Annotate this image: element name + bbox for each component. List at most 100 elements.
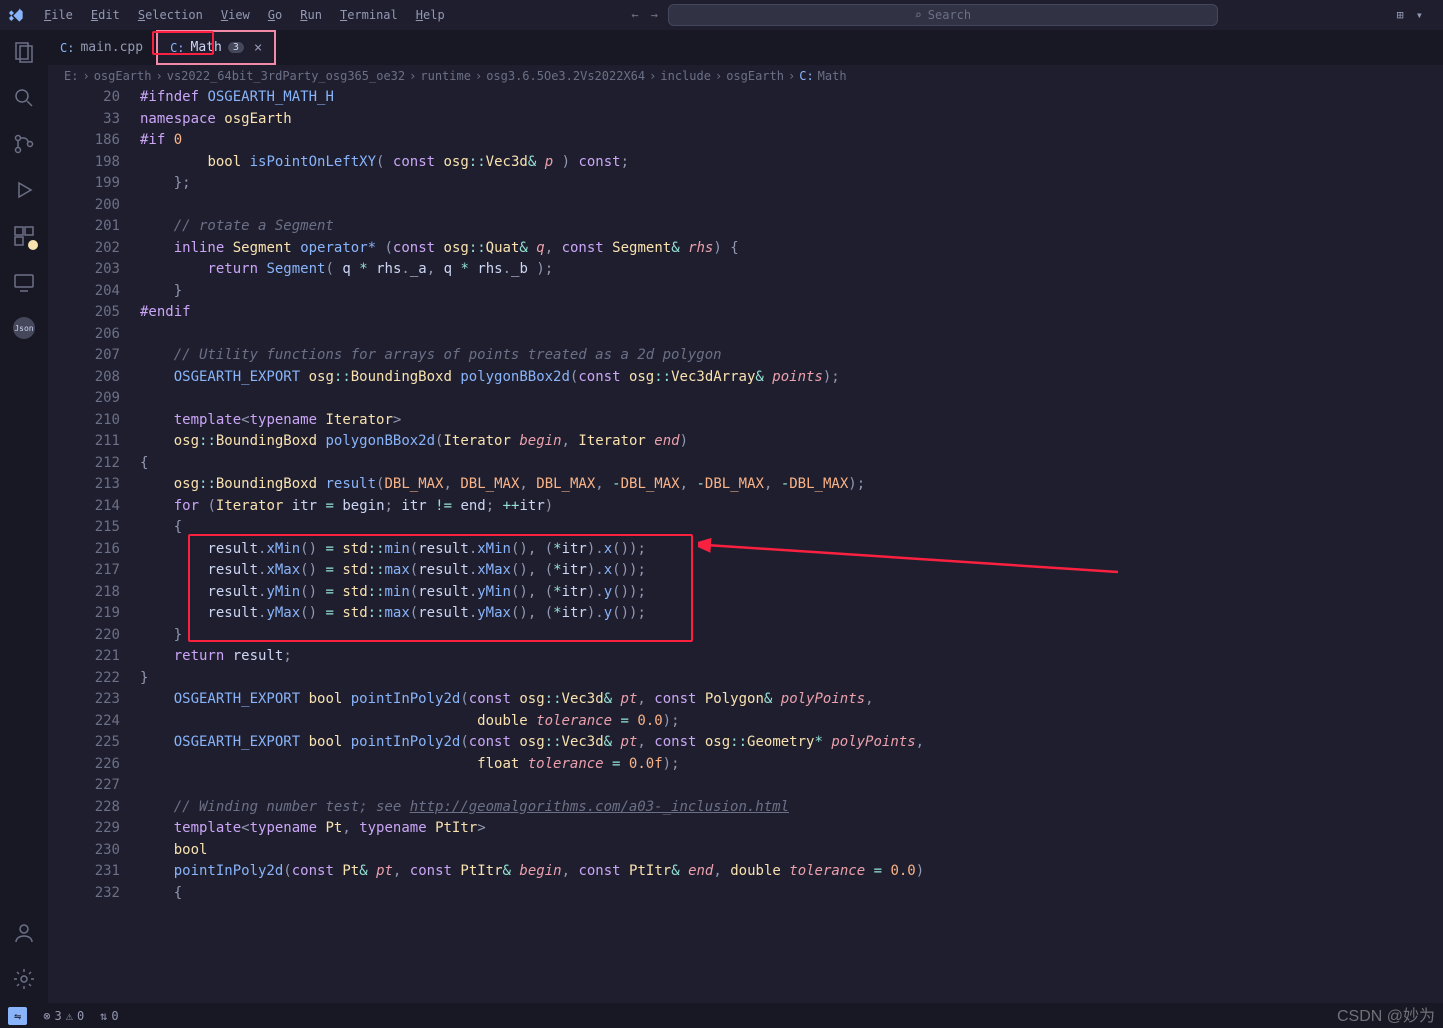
line-number: 226 xyxy=(48,754,140,776)
warning-icon: ⚠ xyxy=(66,1009,73,1023)
breadcrumb-segment[interactable]: osgEarth xyxy=(94,69,152,83)
breadcrumb-segment[interactable]: Math xyxy=(818,69,847,83)
source-control-icon[interactable] xyxy=(12,132,36,156)
search-input[interactable]: ⌕ Search xyxy=(668,4,1218,26)
breadcrumb[interactable]: E:›osgEarth›vs2022_64bit_3rdParty_osg365… xyxy=(48,65,1443,87)
breadcrumb-segment[interactable]: runtime xyxy=(420,69,471,83)
line-number: 213 xyxy=(48,474,140,496)
code-line[interactable]: 221 return result; xyxy=(48,646,1443,668)
code-line[interactable]: 198 bool isPointOnLeftXY( const osg::Vec… xyxy=(48,152,1443,174)
code-line[interactable]: 186#if 0 xyxy=(48,130,1443,152)
code-line[interactable]: 199 }; xyxy=(48,173,1443,195)
code-line[interactable]: 211 osg::BoundingBoxd polygonBBox2d(Iter… xyxy=(48,431,1443,453)
menu-view[interactable]: View xyxy=(213,4,258,26)
line-number: 220 xyxy=(48,625,140,647)
code-line[interactable]: 225 OSGEARTH_EXPORT bool pointInPoly2d(c… xyxy=(48,732,1443,754)
search-icon[interactable] xyxy=(12,86,36,110)
code-editor[interactable]: 20#ifndef OSGEARTH_MATH_H33namespace osg… xyxy=(48,87,1443,1003)
main-menu: FileEditSelectionViewGoRunTerminalHelp xyxy=(36,4,453,26)
tab-math[interactable]: C:Math3× xyxy=(156,30,276,65)
account-icon[interactable] xyxy=(12,921,36,945)
line-number: 219 xyxy=(48,603,140,625)
settings-icon[interactable] xyxy=(12,967,36,991)
code-line[interactable]: 227 xyxy=(48,775,1443,797)
line-number: 231 xyxy=(48,861,140,883)
code-line[interactable]: 217 result.xMax() = std::max(result.xMax… xyxy=(48,560,1443,582)
copilot-icon[interactable]: ⊞ xyxy=(1397,8,1404,22)
line-number: 222 xyxy=(48,668,140,690)
nav-forward-icon[interactable]: → xyxy=(651,8,658,22)
explorer-icon[interactable] xyxy=(12,40,36,64)
line-number: 200 xyxy=(48,195,140,217)
line-number: 198 xyxy=(48,152,140,174)
code-line[interactable]: 203 return Segment( q * rhs._a, q * rhs.… xyxy=(48,259,1443,281)
ports-status[interactable]: ⇅0 xyxy=(100,1009,118,1023)
cpp-file-icon: C: xyxy=(799,69,813,83)
code-line[interactable]: 205#endif xyxy=(48,302,1443,324)
problems-status[interactable]: ⊗3 ⚠0 xyxy=(43,1009,84,1023)
code-line[interactable]: 208 OSGEARTH_EXPORT osg::BoundingBoxd po… xyxy=(48,367,1443,389)
line-number: 208 xyxy=(48,367,140,389)
remote-icon[interactable] xyxy=(12,270,36,294)
tab-label: Math xyxy=(191,40,222,55)
line-number: 230 xyxy=(48,840,140,862)
code-line[interactable]: 216 result.xMin() = std::min(result.xMin… xyxy=(48,539,1443,561)
code-line[interactable]: 210 template<typename Iterator> xyxy=(48,410,1443,432)
chevron-down-icon[interactable]: ▾ xyxy=(1416,8,1423,22)
code-line[interactable]: 204 } xyxy=(48,281,1443,303)
code-line[interactable]: 220 } xyxy=(48,625,1443,647)
line-number: 215 xyxy=(48,517,140,539)
code-line[interactable]: 223 OSGEARTH_EXPORT bool pointInPoly2d(c… xyxy=(48,689,1443,711)
breadcrumb-segment[interactable]: vs2022_64bit_3rdParty_osg365_oe32 xyxy=(167,69,405,83)
code-line[interactable]: 229 template<typename Pt, typename PtItr… xyxy=(48,818,1443,840)
menu-go[interactable]: Go xyxy=(260,4,290,26)
code-line[interactable]: 33namespace osgEarth xyxy=(48,109,1443,131)
code-line[interactable]: 232 { xyxy=(48,883,1443,905)
line-number: 216 xyxy=(48,539,140,561)
line-number: 214 xyxy=(48,496,140,518)
code-line[interactable]: 218 result.yMin() = std::min(result.yMin… xyxy=(48,582,1443,604)
breadcrumb-segment[interactable]: include xyxy=(660,69,711,83)
breadcrumb-segment[interactable]: E: xyxy=(64,69,78,83)
line-number: 210 xyxy=(48,410,140,432)
code-line[interactable]: 206 xyxy=(48,324,1443,346)
line-number: 205 xyxy=(48,302,140,324)
code-line[interactable]: 214 for (Iterator itr = begin; itr != en… xyxy=(48,496,1443,518)
code-line[interactable]: 200 xyxy=(48,195,1443,217)
breadcrumb-segment[interactable]: osg3.6.5Oe3.2Vs2022X64 xyxy=(486,69,645,83)
extensions-icon[interactable] xyxy=(12,224,36,248)
search-icon: ⌕ xyxy=(915,8,922,22)
code-line[interactable]: 224 double tolerance = 0.0); xyxy=(48,711,1443,733)
line-number: 211 xyxy=(48,431,140,453)
json-icon[interactable]: Json xyxy=(12,316,36,340)
code-line[interactable]: 201 // rotate a Segment xyxy=(48,216,1443,238)
code-line[interactable]: 213 osg::BoundingBoxd result(DBL_MAX, DB… xyxy=(48,474,1443,496)
code-line[interactable]: 212{ xyxy=(48,453,1443,475)
menu-help[interactable]: Help xyxy=(408,4,453,26)
code-line[interactable]: 20#ifndef OSGEARTH_MATH_H xyxy=(48,87,1443,109)
nav-back-icon[interactable]: ← xyxy=(631,8,638,22)
remote-status[interactable]: ⇋ xyxy=(8,1007,27,1025)
code-line[interactable]: 226 float tolerance = 0.0f); xyxy=(48,754,1443,776)
menu-selection[interactable]: Selection xyxy=(130,4,211,26)
code-line[interactable]: 222} xyxy=(48,668,1443,690)
close-icon[interactable]: × xyxy=(254,40,262,56)
code-line[interactable]: 215 { xyxy=(48,517,1443,539)
menu-edit[interactable]: Edit xyxy=(83,4,128,26)
code-line[interactable]: 209 xyxy=(48,388,1443,410)
menu-file[interactable]: File xyxy=(36,4,81,26)
code-line[interactable]: 202 inline Segment operator* (const osg:… xyxy=(48,238,1443,260)
code-line[interactable]: 231 pointInPoly2d(const Pt& pt, const Pt… xyxy=(48,861,1443,883)
code-line[interactable]: 228 // Winding number test; see http://g… xyxy=(48,797,1443,819)
run-debug-icon[interactable] xyxy=(12,178,36,202)
line-number: 212 xyxy=(48,453,140,475)
code-line[interactable]: 219 result.yMax() = std::max(result.yMax… xyxy=(48,603,1443,625)
menu-run[interactable]: Run xyxy=(292,4,330,26)
breadcrumb-segment[interactable]: osgEarth xyxy=(726,69,784,83)
tab-main-cpp[interactable]: C:main.cpp xyxy=(48,30,156,65)
tab-badge: 3 xyxy=(228,42,244,53)
line-number: 207 xyxy=(48,345,140,367)
code-line[interactable]: 230 bool xyxy=(48,840,1443,862)
code-line[interactable]: 207 // Utility functions for arrays of p… xyxy=(48,345,1443,367)
menu-terminal[interactable]: Terminal xyxy=(332,4,406,26)
